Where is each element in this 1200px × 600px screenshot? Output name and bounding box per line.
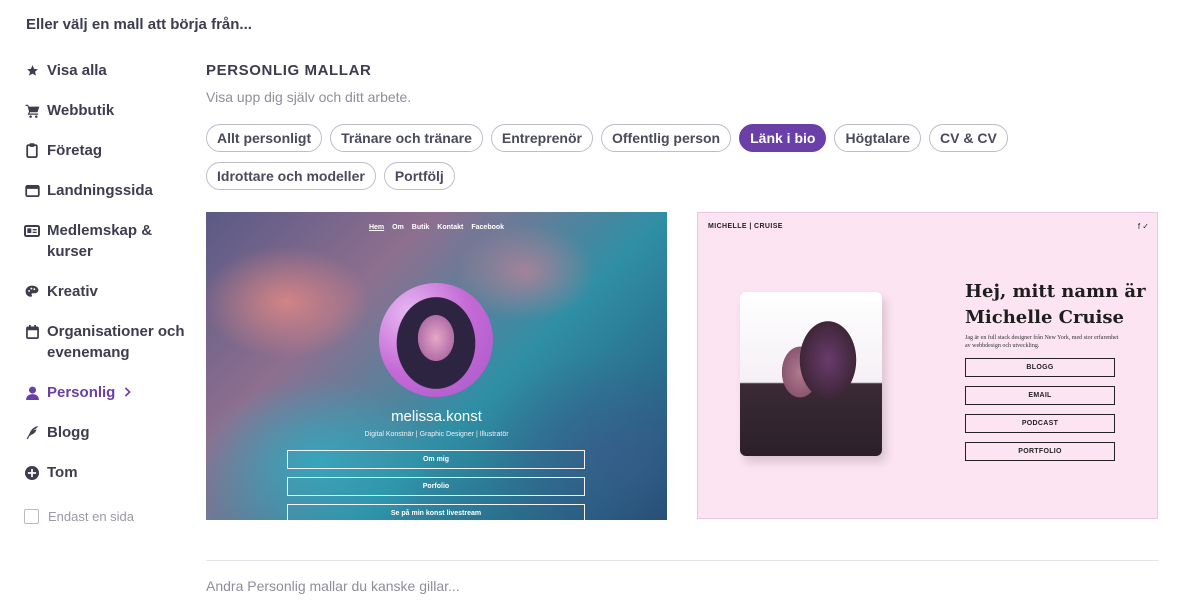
sidebar-item-label: Företag <box>47 142 103 159</box>
sidebar-item-label: Medlemskap & kurser <box>47 222 153 260</box>
related-templates-heading: Andra Personlig mallar du kanske gillar.… <box>206 578 460 594</box>
sidebar-item-label: Blogg <box>47 424 90 441</box>
plus-circle-icon <box>24 462 40 483</box>
star-icon <box>24 60 40 81</box>
chip-cv[interactable]: CV & CV <box>929 124 1008 152</box>
template-profile-name: melissa.konst <box>391 408 482 425</box>
sidebar-item-webbutik[interactable]: Webbutik <box>24 100 194 121</box>
sidebar-item-visa-alla[interactable]: Visa alla <box>24 60 194 81</box>
page-heading: Eller välj en mall att börja från... <box>26 16 252 33</box>
template-link-button: Om mig <box>287 450 585 469</box>
sidebar-item-label: Visa alla <box>47 62 107 79</box>
sidebar-item-label: Webbutik <box>47 102 115 119</box>
template-link-button: PORTFOLIO <box>965 442 1115 461</box>
template-nav-item: Butik <box>411 224 430 231</box>
template-card-melissa[interactable]: Hem Om Butik Kontakt Facebook melissa.ko… <box>206 212 667 520</box>
template-link-button: PODCAST <box>965 414 1115 433</box>
clipboard-icon <box>24 140 40 161</box>
profile-photo <box>379 283 493 397</box>
template-nav-item: Kontakt <box>437 224 464 231</box>
chip-lank-i-bio[interactable]: Länk i bio <box>739 124 827 152</box>
section-subtitle: Visa upp dig själv och ditt arbete. <box>206 89 412 105</box>
sidebar-item-label: Tom <box>47 464 78 481</box>
template-description: Jag är en full stack designer från New Y… <box>965 335 1119 349</box>
template-nav: Hem Om Butik Kontakt Facebook <box>206 224 667 231</box>
chip-allt-personligt[interactable]: Allt personligt <box>206 124 323 152</box>
single-page-checkbox[interactable] <box>24 509 39 524</box>
sidebar-item-label: Personlig <box>47 384 116 401</box>
template-heading-line: Hej, mitt namn är <box>965 281 1146 302</box>
template-link-button: Porfolio <box>287 477 585 496</box>
sidebar-item-blogg[interactable]: Blogg <box>24 422 194 443</box>
sidebar-item-label: Organisationer och evenemang <box>47 323 185 361</box>
chip-offentlig-person[interactable]: Offentlig person <box>600 124 732 152</box>
sidebar-item-tom[interactable]: Tom <box>24 462 194 483</box>
quill-icon <box>24 422 40 443</box>
template-profile-bio: Digital Konstnär | Graphic Designer | Il… <box>364 431 509 438</box>
filter-chips: Allt personligt Tränare och tränare Entr… <box>206 124 1166 200</box>
category-sidebar: Visa alla Webbutik Företag Landningssida… <box>24 60 194 524</box>
template-link-button: BLOGG <box>965 358 1115 377</box>
sidebar-item-label: Landningssida <box>47 182 153 199</box>
facebook-icon: f ✓ <box>1137 222 1149 231</box>
single-page-label: Endast en sida <box>48 509 135 524</box>
browser-window-icon <box>24 180 40 201</box>
profile-photo <box>740 292 882 456</box>
section-title: PERSONLIG MALLAR <box>206 62 372 79</box>
template-link-button: Se på min konst livestream <box>287 504 585 520</box>
template-nav-item: Facebook <box>471 224 505 231</box>
sidebar-item-medlemskap[interactable]: Medlemskap & kurser <box>24 220 194 262</box>
calendar-icon <box>24 321 40 342</box>
chip-entreprenor[interactable]: Entreprenör <box>490 124 593 152</box>
chip-hogtalare[interactable]: Högtalare <box>834 124 922 152</box>
template-nav-item: Hem <box>368 224 385 231</box>
template-card-michelle[interactable]: MICHELLE | CRUISE f ✓ Hej, mitt namn är … <box>697 212 1158 519</box>
sidebar-item-personlig[interactable]: Personlig <box>24 382 194 403</box>
single-page-filter[interactable]: Endast en sida <box>24 509 194 524</box>
sidebar-item-organisationer[interactable]: Organisationer och evenemang <box>24 321 194 363</box>
chevron-right-icon <box>124 382 132 403</box>
sidebar-item-landningssida[interactable]: Landningssida <box>24 180 194 201</box>
sidebar-item-label: Kreativ <box>47 283 98 300</box>
palette-icon <box>24 281 40 302</box>
chip-tranare[interactable]: Tränare och tränare <box>330 124 483 152</box>
template-brand: MICHELLE | CRUISE <box>708 223 783 230</box>
sidebar-item-kreativ[interactable]: Kreativ <box>24 281 194 302</box>
template-heading: Hej, mitt namn är Michelle Cruise <box>965 279 1155 331</box>
sidebar-item-foretag[interactable]: Företag <box>24 140 194 161</box>
divider <box>206 560 1158 561</box>
person-icon <box>24 382 40 403</box>
template-heading-line: Michelle Cruise <box>965 307 1124 328</box>
template-link-button: EMAIL <box>965 386 1115 405</box>
cart-icon <box>24 100 40 121</box>
id-card-icon <box>24 220 40 241</box>
chip-portfolj[interactable]: Portfölj <box>383 162 455 190</box>
chip-idrottare[interactable]: Idrottare och modeller <box>206 162 376 190</box>
template-nav-item: Om <box>392 224 404 231</box>
